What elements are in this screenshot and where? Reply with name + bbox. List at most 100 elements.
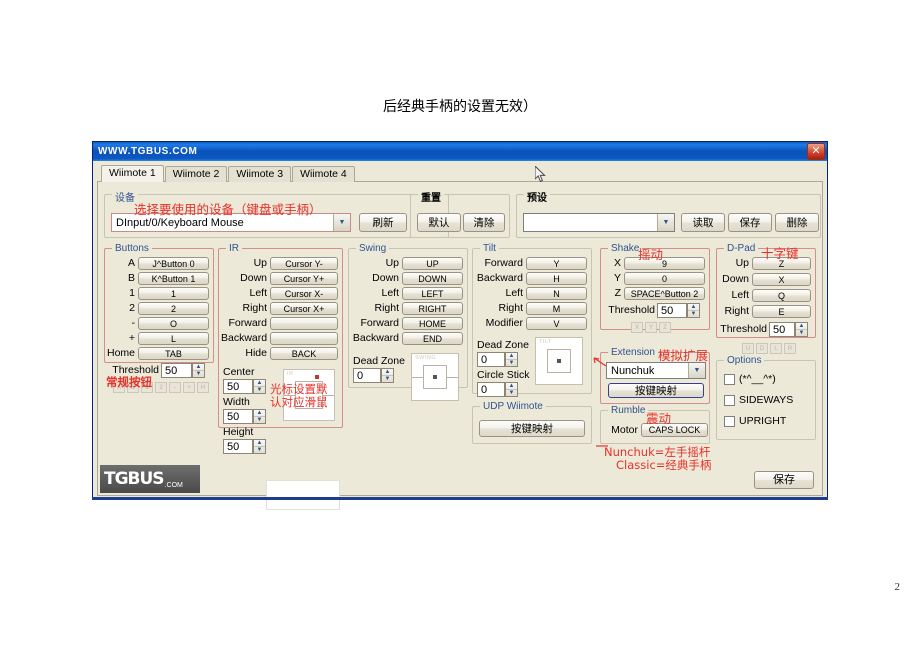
- spinner-up-icon[interactable]: ▲: [688, 304, 699, 311]
- dpad-right-binding[interactable]: E: [752, 305, 811, 318]
- ir-down-binding[interactable]: Cursor Y+: [270, 272, 338, 285]
- swing-deadzone-spinner[interactable]: ▲ ▼: [381, 368, 394, 383]
- spinner-down-icon[interactable]: ▼: [254, 447, 265, 453]
- default-button[interactable]: 默认: [417, 213, 461, 232]
- udp-map-button[interactable]: 按键映射: [479, 420, 585, 437]
- tilt-right-binding[interactable]: M: [526, 302, 587, 315]
- spinner-up-icon[interactable]: ▲: [254, 440, 265, 447]
- option-checkbox-smiley[interactable]: (*^__^*): [724, 373, 793, 385]
- swing-right-label: Right: [374, 302, 399, 314]
- button-a-binding[interactable]: J^Button 0: [138, 257, 209, 270]
- spinner-down-icon[interactable]: ▼: [688, 311, 699, 317]
- swing-row: Forward HOME: [351, 317, 463, 330]
- ir-backward-binding[interactable]: [270, 332, 338, 345]
- ir-left-binding[interactable]: Cursor X-: [270, 287, 338, 300]
- button-minus-binding[interactable]: O: [138, 317, 209, 330]
- application-window: WWW.TGBUS.COM ✕ Wiimote 1 Wiimote 2 Wiim…: [92, 141, 828, 510]
- shake-y-binding[interactable]: 0: [624, 272, 705, 285]
- checkbox-icon[interactable]: [724, 415, 735, 427]
- spinner-up-icon[interactable]: ▲: [506, 383, 517, 390]
- dpad-threshold-input[interactable]: 50: [769, 322, 795, 337]
- swing-deadzone-input[interactable]: 0: [353, 368, 381, 383]
- shake-x-binding[interactable]: 9: [624, 257, 705, 270]
- ir-row: Forward: [221, 317, 338, 330]
- dpad-threshold-spinner[interactable]: ▲ ▼: [795, 322, 808, 337]
- spinner-up-icon[interactable]: ▲: [254, 380, 265, 387]
- spinner-down-icon[interactable]: ▼: [254, 387, 265, 393]
- tab-wiimote-3[interactable]: Wiimote 3: [228, 166, 292, 182]
- annotation-rumble: 震动: [646, 411, 672, 426]
- tilt-circlestick-spinner[interactable]: ▲ ▼: [505, 382, 518, 397]
- shake-threshold-input[interactable]: 50: [657, 303, 687, 318]
- ir-hide-binding[interactable]: BACK: [270, 347, 338, 360]
- swing-left-binding[interactable]: LEFT: [402, 287, 463, 300]
- spinner-down-icon[interactable]: ▼: [193, 371, 204, 377]
- clear-button[interactable]: 清除: [463, 213, 505, 232]
- ir-width-spinner[interactable]: ▲ ▼: [253, 409, 266, 424]
- swing-up-binding[interactable]: UP: [402, 257, 463, 270]
- tgbus-logo: TGBUS .COM: [100, 465, 200, 493]
- option-checkbox-upright[interactable]: UPRIGHT: [724, 415, 793, 427]
- ir-width-input[interactable]: 50: [223, 409, 253, 424]
- dpad-left-binding[interactable]: Q: [752, 289, 811, 302]
- spinner-up-icon[interactable]: ▲: [382, 369, 393, 376]
- tilt-deadzone-input[interactable]: 0: [477, 352, 505, 367]
- checkbox-icon[interactable]: [724, 373, 735, 385]
- profile-combo[interactable]: ▼: [523, 213, 675, 232]
- button-b-binding[interactable]: K^Button 1: [138, 272, 209, 285]
- tilt-deadzone-spinner[interactable]: ▲ ▼: [505, 352, 518, 367]
- spinner-down-icon[interactable]: ▼: [382, 376, 393, 382]
- swing-backward-binding[interactable]: END: [402, 332, 463, 345]
- spinner-down-icon[interactable]: ▼: [506, 360, 517, 366]
- tilt-circlestick-input[interactable]: 0: [477, 382, 505, 397]
- tilt-backward-binding[interactable]: H: [526, 272, 587, 285]
- spinner-down-icon[interactable]: ▼: [796, 330, 807, 336]
- dpad-down-binding[interactable]: X: [752, 273, 811, 286]
- tab-wiimote-2[interactable]: Wiimote 2: [164, 166, 228, 182]
- ir-center-spinner[interactable]: ▲ ▼: [253, 379, 266, 394]
- spinner-up-icon[interactable]: ▲: [193, 364, 204, 371]
- chevron-down-icon[interactable]: ▼: [333, 214, 350, 231]
- button-1-binding[interactable]: 1: [138, 287, 209, 300]
- spinner-up-icon[interactable]: ▲: [796, 323, 807, 330]
- checkbox-icon[interactable]: [724, 394, 735, 406]
- buttons-threshold-input[interactable]: 50: [161, 363, 192, 378]
- button-home-binding[interactable]: TAB: [138, 347, 209, 360]
- ir-height-spinner[interactable]: ▲ ▼: [253, 439, 266, 454]
- spinner-up-icon[interactable]: ▲: [506, 353, 517, 360]
- spinner-down-icon[interactable]: ▼: [254, 417, 265, 423]
- button-2-binding[interactable]: 2: [138, 302, 209, 315]
- close-icon[interactable]: ✕: [807, 143, 825, 160]
- button-plus-binding[interactable]: L: [138, 332, 209, 345]
- save-profile-button[interactable]: 保存: [728, 213, 772, 232]
- extension-combo[interactable]: Nunchuk ▼: [606, 362, 706, 379]
- shake-z-binding[interactable]: SPACE^Button 2: [624, 287, 705, 300]
- save-button[interactable]: 保存: [754, 471, 814, 489]
- refresh-button[interactable]: 刷新: [359, 213, 407, 232]
- ir-up-binding[interactable]: Cursor Y-: [270, 257, 338, 270]
- tilt-deadzone-label: Dead Zone: [477, 339, 529, 351]
- tilt-group-label: Tilt: [480, 243, 499, 254]
- swing-forward-binding[interactable]: HOME: [402, 317, 463, 330]
- ir-height-input[interactable]: 50: [223, 439, 253, 454]
- tilt-modifier-binding[interactable]: V: [526, 317, 587, 330]
- ir-right-binding[interactable]: Cursor X+: [270, 302, 338, 315]
- delete-profile-button[interactable]: 删除: [775, 213, 819, 232]
- tilt-forward-binding[interactable]: Y: [526, 257, 587, 270]
- shake-threshold-spinner[interactable]: ▲ ▼: [687, 303, 700, 318]
- spinner-up-icon[interactable]: ▲: [254, 410, 265, 417]
- tab-wiimote-1[interactable]: Wiimote 1: [101, 165, 164, 182]
- swing-down-binding[interactable]: DOWN: [402, 272, 463, 285]
- swing-right-binding[interactable]: RIGHT: [402, 302, 463, 315]
- tab-wiimote-4[interactable]: Wiimote 4: [292, 166, 355, 182]
- chevron-down-icon[interactable]: ▼: [688, 363, 705, 378]
- extension-configure-button[interactable]: 按键映射: [608, 383, 704, 398]
- spinner-down-icon[interactable]: ▼: [506, 390, 517, 396]
- ir-center-input[interactable]: 50: [223, 379, 253, 394]
- load-profile-button[interactable]: 读取: [681, 213, 725, 232]
- buttons-threshold-spinner[interactable]: ▲ ▼: [192, 363, 205, 378]
- tilt-left-binding[interactable]: N: [526, 287, 587, 300]
- ir-forward-binding[interactable]: [270, 317, 338, 330]
- option-checkbox-sideways[interactable]: SIDEWAYS: [724, 394, 793, 406]
- chevron-down-icon[interactable]: ▼: [657, 214, 674, 231]
